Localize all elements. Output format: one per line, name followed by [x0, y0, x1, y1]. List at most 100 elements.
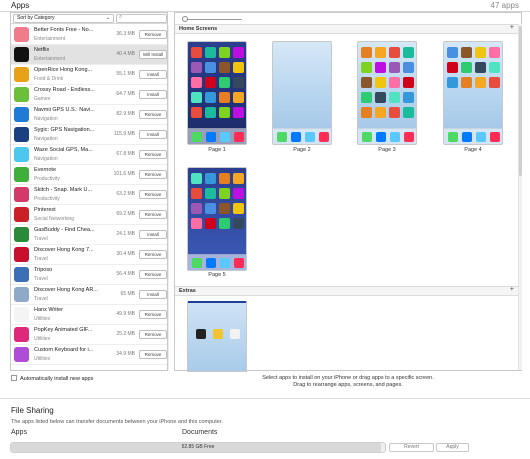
app-icon[interactable] — [375, 92, 386, 103]
apply-button[interactable]: Apply — [436, 443, 469, 452]
app-list-scrollbar[interactable] — [168, 25, 169, 370]
app-icon[interactable] — [403, 47, 414, 58]
app-action-button[interactable]: Remove — [139, 250, 167, 259]
app-list-row[interactable]: Netflix Entertainment 40.4 MB Will Install — [11, 45, 167, 65]
app-action-button[interactable]: Remove — [139, 310, 167, 319]
app-icon[interactable] — [233, 218, 244, 229]
app-icon[interactable] — [205, 92, 216, 103]
app-icon[interactable] — [461, 77, 472, 88]
app-icon[interactable] — [489, 47, 500, 58]
dock-icon[interactable] — [234, 258, 244, 268]
app-list-row[interactable]: Discover Hong Kong AR... Travel 65 MB Insta… — [11, 285, 167, 305]
dock-icon[interactable] — [192, 258, 202, 268]
app-action-button[interactable]: Remove — [139, 210, 167, 219]
app-list-row[interactable]: Waze Social GPS, Ma... Navigation 67.8 MB R… — [11, 145, 167, 165]
app-action-button[interactable]: Install — [139, 70, 167, 79]
app-icon[interactable] — [403, 62, 414, 73]
app-icon[interactable] — [389, 47, 400, 58]
app-icon[interactable] — [205, 62, 216, 73]
dock-icon[interactable] — [305, 132, 315, 142]
dock-icon[interactable] — [490, 132, 500, 142]
search-input[interactable]: ⌕ — [116, 14, 167, 23]
dock-icon[interactable] — [390, 132, 400, 142]
home-screen-page-5[interactable] — [187, 167, 247, 271]
app-list-row[interactable]: Navmii GPS U.S.: Navi... Navigation 82.9 M… — [11, 105, 167, 125]
dock-icon[interactable] — [476, 132, 486, 142]
app-list-row[interactable]: Discover Hong Kong 7... Travel 30.4 MB Remo… — [11, 245, 167, 265]
home-screens-scrollbar[interactable] — [518, 24, 522, 370]
app-icon[interactable] — [219, 188, 230, 199]
dock-icon[interactable] — [376, 132, 386, 142]
app-list-row[interactable]: Skitch - Snap. Mark U... Productivity 63.2… — [11, 185, 167, 205]
app-icon[interactable] — [489, 62, 500, 73]
app-icon[interactable] — [233, 188, 244, 199]
app-icon[interactable] — [361, 62, 372, 73]
app-action-button[interactable]: Remove — [139, 270, 167, 279]
app-icon[interactable] — [361, 92, 372, 103]
app-icon[interactable] — [233, 47, 244, 58]
app-action-button[interactable]: Install — [139, 130, 167, 139]
app-icon[interactable] — [375, 77, 386, 88]
dock-icon[interactable] — [206, 132, 216, 142]
dock-icon[interactable] — [291, 132, 301, 142]
app-icon[interactable] — [475, 77, 486, 88]
dock-icon[interactable] — [206, 258, 216, 268]
dock-icon[interactable] — [220, 132, 230, 142]
app-icon[interactable] — [191, 107, 202, 118]
app-icon[interactable] — [205, 173, 216, 184]
app-icon[interactable] — [205, 77, 216, 88]
app-icon[interactable] — [219, 107, 230, 118]
dock-icon[interactable] — [462, 132, 472, 142]
scrollbar-thumb[interactable] — [519, 26, 522, 176]
app-action-button[interactable]: Remove — [139, 350, 167, 359]
home-screen-page-4[interactable] — [443, 41, 503, 145]
app-icon[interactable] — [191, 173, 202, 184]
app-icon[interactable] — [219, 173, 230, 184]
app-icon[interactable] — [196, 329, 206, 339]
app-icon[interactable] — [461, 47, 472, 58]
app-icon[interactable] — [403, 107, 414, 118]
app-action-button[interactable]: Remove — [139, 190, 167, 199]
app-icon[interactable] — [375, 47, 386, 58]
app-icon[interactable] — [191, 47, 202, 58]
dock-icon[interactable] — [220, 258, 230, 268]
app-icon[interactable] — [219, 77, 230, 88]
app-icon[interactable] — [219, 218, 230, 229]
app-icon[interactable] — [213, 329, 223, 339]
app-list-row[interactable]: Sygic: GPS Navigation... Navigation 115.9 … — [11, 125, 167, 145]
dock-icon[interactable] — [448, 132, 458, 142]
app-icon[interactable] — [191, 92, 202, 103]
app-icon[interactable] — [447, 62, 458, 73]
app-list-row[interactable]: Pinterest Social Networking 69.2 MB Remove — [11, 205, 167, 225]
app-action-button[interactable]: Install — [139, 290, 167, 299]
app-action-button[interactable]: Install — [139, 230, 167, 239]
home-screen-page-3[interactable] — [357, 41, 417, 145]
app-icon[interactable] — [389, 107, 400, 118]
app-icon[interactable] — [191, 77, 202, 88]
app-icon[interactable] — [233, 92, 244, 103]
app-icon[interactable] — [447, 47, 458, 58]
app-icon[interactable] — [191, 203, 202, 214]
dock-icon[interactable] — [234, 132, 244, 142]
app-icon[interactable] — [219, 203, 230, 214]
app-action-button[interactable]: Remove — [139, 170, 167, 179]
app-action-button[interactable]: Remove — [139, 330, 167, 339]
app-icon[interactable] — [205, 188, 216, 199]
extras-screen[interactable] — [187, 301, 247, 372]
home-screen-page-2[interactable] — [272, 41, 332, 145]
app-icon[interactable] — [191, 188, 202, 199]
app-action-button[interactable]: Will Install — [139, 50, 167, 59]
app-list-row[interactable]: Crossy Road - Endless... Games 64.7 MB Inst… — [11, 85, 167, 105]
app-list-row[interactable]: PopKey Animated GIF... Utilities 25.2 MB Re… — [11, 325, 167, 345]
app-icon[interactable] — [475, 47, 486, 58]
app-icon[interactable] — [361, 47, 372, 58]
dock-icon[interactable] — [319, 132, 329, 142]
app-icon[interactable] — [219, 62, 230, 73]
app-icon[interactable] — [389, 62, 400, 73]
app-list-row[interactable]: Triposo Travel 56.4 MB Remove — [11, 265, 167, 285]
app-icon[interactable] — [191, 62, 202, 73]
app-list[interactable]: Better Fonts Free - No... Entertainment 36… — [11, 25, 167, 370]
app-list-row[interactable]: OpenRice Hong Kong... Food & Drink 55.1 MB… — [11, 65, 167, 85]
app-icon[interactable] — [233, 77, 244, 88]
app-list-row[interactable]: Evernote Productivity 101.6 MB Remove — [11, 165, 167, 185]
